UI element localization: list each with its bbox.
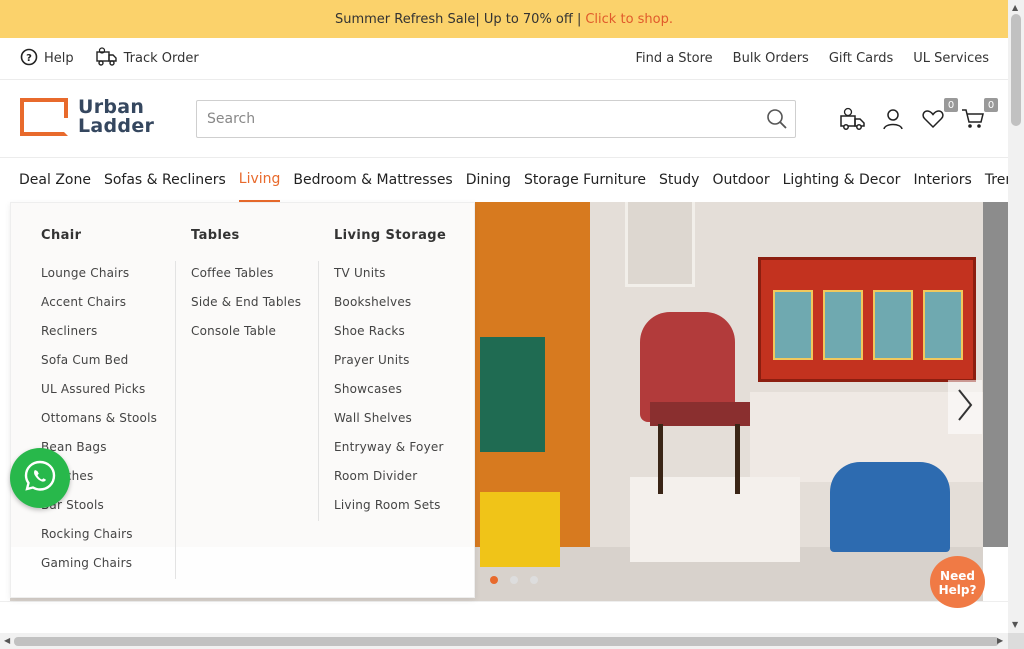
menu-item[interactable]: Console Table <box>191 317 301 346</box>
promo-shop-link[interactable]: Click to shop. <box>585 12 673 27</box>
track-order-link[interactable]: Track Order <box>95 46 199 71</box>
scroll-right-arrow-icon[interactable]: ▶ <box>997 636 1003 645</box>
logo-mark-icon <box>20 98 68 136</box>
nav-deal-zone[interactable]: Deal Zone <box>19 158 91 202</box>
ul-services-link[interactable]: UL Services <box>913 51 989 66</box>
menu-divider <box>175 261 176 579</box>
nav-interiors[interactable]: Interiors <box>913 158 971 202</box>
nav-dining[interactable]: Dining <box>466 158 511 202</box>
menu-heading-tables[interactable]: Tables <box>191 228 240 243</box>
carousel-dots <box>490 576 538 584</box>
menu-item[interactable]: Sofa Cum Bed <box>41 346 157 375</box>
whatsapp-icon <box>22 458 58 498</box>
wishlist-count-badge: 0 <box>944 98 958 112</box>
carousel-dot[interactable] <box>510 576 518 584</box>
search-icon[interactable] <box>759 101 795 137</box>
menu-item[interactable]: Rocking Chairs <box>41 520 157 549</box>
scroll-down-arrow-icon[interactable]: ▼ <box>1012 620 1018 629</box>
wishlist-icon[interactable]: 0 <box>920 98 958 132</box>
store-locator-icon[interactable] <box>840 106 866 132</box>
carousel-dot[interactable] <box>490 576 498 584</box>
menu-item[interactable]: Wall Shelves <box>334 404 444 433</box>
menu-heading-living-storage[interactable]: Living Storage <box>334 228 446 243</box>
vertical-scroll-thumb[interactable] <box>1011 14 1021 126</box>
menu-divider <box>318 261 319 521</box>
menu-item[interactable]: Lounge Chairs <box>41 259 157 288</box>
whatsapp-button[interactable] <box>10 448 70 508</box>
nav-lighting-decor[interactable]: Lighting & Decor <box>783 158 901 202</box>
promo-text: Summer Refresh Sale| Up to 70% off | <box>334 11 582 27</box>
menu-item[interactable]: Accent Chairs <box>41 288 157 317</box>
urban-ladder-logo[interactable]: Urban Ladder <box>20 98 154 136</box>
menu-item[interactable]: Recliners <box>41 317 157 346</box>
menu-item[interactable]: Showcases <box>334 375 444 404</box>
banner-stool <box>830 462 950 552</box>
menu-item[interactable]: Ottomans & Stools <box>41 404 157 433</box>
svg-text:?: ? <box>26 53 32 64</box>
scroll-left-arrow-icon[interactable]: ◀ <box>4 636 10 645</box>
cart-count-badge: 0 <box>984 98 998 112</box>
main-header: Urban Ladder 0 0 <box>0 80 1008 158</box>
promo-bar: Summer Refresh Sale| Up to 70% off | Cli… <box>0 0 1008 38</box>
utility-bar: ? Help Track Order Find a Store Bulk Ord… <box>0 38 1008 80</box>
truck-icon <box>95 46 118 71</box>
help-icon: ? <box>20 48 38 70</box>
need-help-line2: Help? <box>938 583 977 597</box>
cart-icon[interactable]: 0 <box>960 98 998 132</box>
nav-living[interactable]: Living <box>238 158 281 202</box>
track-order-label: Track Order <box>123 51 199 66</box>
search-input[interactable] <box>197 101 759 137</box>
menu-item[interactable]: TV Units <box>334 259 444 288</box>
horizontal-scrollbar[interactable]: ◀ ▶ <box>0 633 1008 649</box>
menu-item[interactable]: UL Assured Picks <box>41 375 157 404</box>
gift-cards-link[interactable]: Gift Cards <box>829 51 893 66</box>
horizontal-scroll-thumb[interactable] <box>14 637 999 646</box>
menu-item[interactable]: Bookshelves <box>334 288 444 317</box>
need-help-line1: Need <box>940 569 975 583</box>
help-link[interactable]: ? Help <box>20 48 74 70</box>
banner-cabinet <box>758 257 976 382</box>
search-bar <box>196 100 796 138</box>
help-label: Help <box>44 51 74 66</box>
nav-sofas-recliners[interactable]: Sofas & Recliners <box>104 158 226 202</box>
user-icon[interactable] <box>880 106 906 132</box>
nav-trending[interactable]: Trending <box>985 158 1008 202</box>
menu-item[interactable]: Room Divider <box>334 462 444 491</box>
carousel-dot[interactable] <box>530 576 538 584</box>
menu-item[interactable]: Prayer Units <box>334 346 444 375</box>
menu-item[interactable]: Shoe Racks <box>334 317 444 346</box>
chevron-right-icon <box>956 388 974 426</box>
bulk-orders-link[interactable]: Bulk Orders <box>733 51 809 66</box>
carousel-next-button[interactable] <box>948 380 982 434</box>
scroll-up-arrow-icon[interactable]: ▲ <box>1012 3 1018 12</box>
nav-study[interactable]: Study <box>659 158 699 202</box>
logo-text-line2: Ladder <box>78 115 155 137</box>
category-nav: Deal Zone Sofas & Recliners Living Bedro… <box>0 158 1008 202</box>
find-store-link[interactable]: Find a Store <box>635 51 712 66</box>
menu-item[interactable]: Side & End Tables <box>191 288 301 317</box>
nav-storage-furniture[interactable]: Storage Furniture <box>524 158 646 202</box>
menu-item[interactable]: Entryway & Foyer <box>334 433 444 462</box>
nav-bedroom-mattresses[interactable]: Bedroom & Mattresses <box>293 158 452 202</box>
menu-item[interactable]: Coffee Tables <box>191 259 301 288</box>
menu-item[interactable]: Gaming Chairs <box>41 549 157 578</box>
menu-item[interactable]: Living Room Sets <box>334 491 444 520</box>
need-help-button[interactable]: Need Help? <box>930 556 985 608</box>
menu-heading-chair[interactable]: Chair <box>41 228 81 243</box>
nav-outdoor[interactable]: Outdoor <box>712 158 769 202</box>
banner-window <box>625 202 695 287</box>
living-mega-menu: Chair Lounge Chairs Accent Chairs Reclin… <box>10 202 475 598</box>
vertical-scrollbar[interactable]: ▲ ▼ <box>1008 0 1024 633</box>
